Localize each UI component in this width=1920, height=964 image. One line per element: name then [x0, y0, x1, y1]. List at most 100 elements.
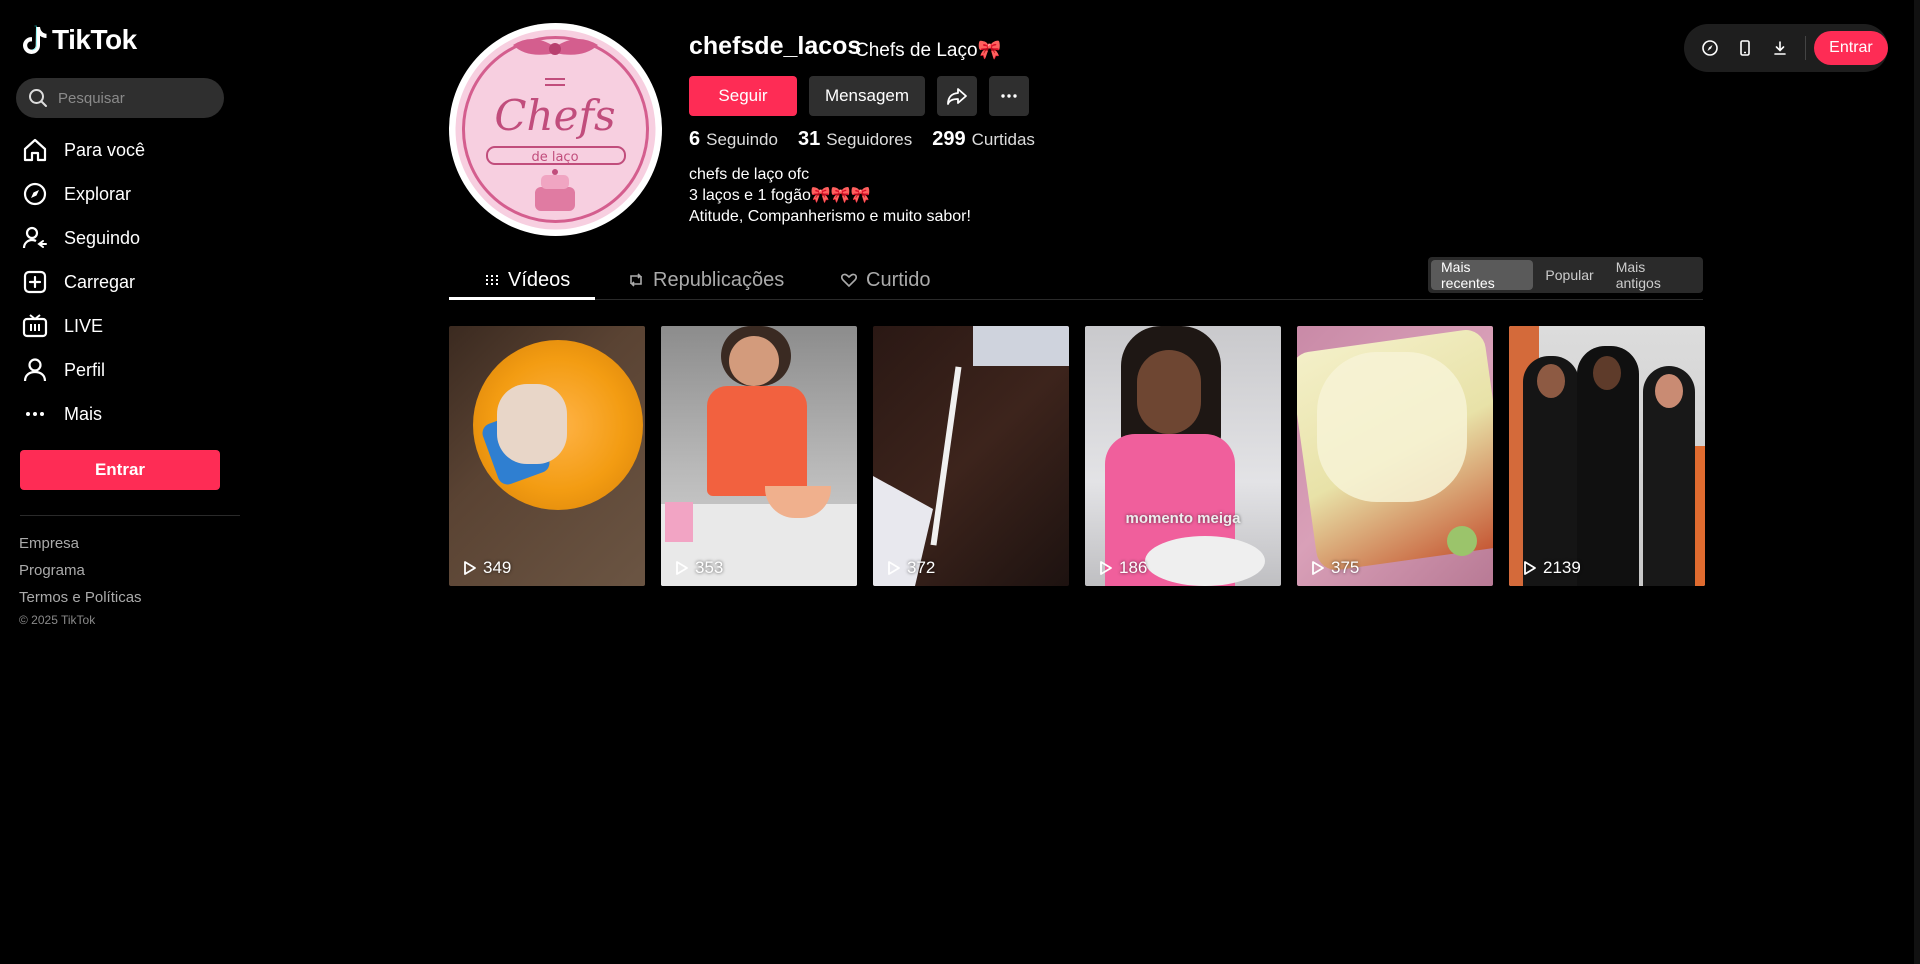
video-thumbnail-image: [497, 384, 567, 464]
play-icon: [676, 561, 688, 575]
message-button[interactable]: Mensagem: [809, 76, 925, 116]
sort-option-oldest[interactable]: Mais antigos: [1606, 259, 1700, 291]
live-icon: [20, 311, 50, 341]
sidebar-item-para-voce[interactable]: Para você: [20, 128, 230, 172]
mobile-phone-icon: [1740, 40, 1751, 56]
video-thumbnail-image: [729, 336, 779, 386]
sidebar-footer: Empresa Programa Termos e Políticas © 20…: [19, 530, 142, 627]
sidebar: TikTok Para você Explorar Seguindo: [0, 0, 240, 964]
play-icon: [1100, 561, 1112, 575]
play-icon: [1312, 561, 1324, 575]
video-view-count: 186: [1099, 558, 1147, 578]
tiktok-logo-icon: [23, 25, 47, 54]
view-count-text: 2139: [1543, 558, 1581, 577]
sidebar-item-label: Para você: [64, 139, 146, 160]
sidebar-item-label: Mais: [64, 403, 103, 424]
sidebar-item-label: Explorar: [64, 183, 132, 204]
topbar-login-button[interactable]: Entrar: [1813, 31, 1888, 65]
share-button[interactable]: [937, 76, 977, 116]
play-icon: [888, 561, 900, 575]
stat-likes-label: Curtidas: [971, 130, 1035, 149]
download-icon: [1774, 41, 1787, 55]
more-options-button[interactable]: [989, 76, 1029, 116]
copyright-text: © 2025 TikTok: [19, 613, 96, 627]
footer-link-empresa[interactable]: Empresa: [19, 530, 142, 557]
grid-icon: [486, 275, 498, 285]
view-count-text: 186: [1119, 558, 1148, 577]
video-thumbnail-image: [665, 502, 693, 542]
sort-option-recent[interactable]: Mais recentes: [1431, 259, 1534, 291]
sidebar-divider: [20, 515, 240, 516]
video-card[interactable]: 2139: [1509, 326, 1705, 586]
video-view-count: 353: [675, 558, 723, 578]
video-thumbnail-image: [1655, 374, 1683, 408]
footer-link-termos[interactable]: Termos e Políticas: [19, 584, 142, 611]
avatar-title: Chefs: [494, 91, 615, 140]
video-thumbnail-image: [1145, 536, 1265, 586]
top-right-toolbar: Entrar: [1684, 24, 1888, 72]
get-app-button[interactable]: [1729, 31, 1762, 65]
tab-videos[interactable]: Vídeos: [484, 260, 570, 300]
stat-followers-label: Seguidores: [826, 130, 913, 149]
footer-link-programa[interactable]: Programa: [19, 557, 142, 584]
video-card[interactable]: 372: [873, 326, 1069, 586]
search-icon: [29, 89, 47, 107]
stat-following-value: 6: [689, 128, 701, 150]
coin-icon: [1702, 40, 1719, 56]
profile-stats: 6 Seguindo 31 Seguidores 299 Curtidas: [689, 128, 1035, 151]
stat-likes-value: 299: [932, 128, 966, 150]
sidebar-item-seguindo[interactable]: Seguindo: [20, 216, 230, 260]
video-thumbnail-image: [707, 386, 807, 496]
video-thumbnail-image: [930, 366, 962, 546]
tab-label: Curtido: [866, 268, 931, 291]
sidebar-nav: Para você Explorar Seguindo Carregar LIV…: [20, 128, 230, 436]
sidebar-item-label: Perfil: [64, 359, 106, 380]
following-icon: [20, 223, 50, 253]
profile-nickname: Chefs de Laço🎀: [855, 40, 1002, 61]
bio-line: 3 laços e 1 fogão🎀🎀🎀: [689, 187, 871, 204]
video-grid: 349 353 372 momento meiga 186 375 2139: [449, 326, 1705, 586]
more-icon: [20, 399, 50, 429]
stat-likes: 299 Curtidas: [932, 128, 1035, 151]
page-scrollbar[interactable]: [1914, 0, 1920, 964]
sidebar-login-button[interactable]: Entrar: [20, 450, 220, 490]
view-count-text: 349: [483, 558, 512, 577]
video-card[interactable]: 349: [449, 326, 645, 586]
video-card[interactable]: momento meiga 186: [1085, 326, 1281, 586]
video-view-count: 2139: [1523, 558, 1581, 578]
video-view-count: 372: [887, 558, 935, 578]
profile-username: chefsde_lacos: [689, 32, 862, 60]
view-count-text: 375: [1331, 558, 1360, 577]
tab-label: Republicações: [653, 268, 785, 291]
download-button[interactable]: [1764, 31, 1797, 65]
sort-option-popular[interactable]: Popular: [1535, 260, 1603, 290]
view-count-text: 372: [907, 558, 936, 577]
stat-followers[interactable]: 31 Seguidores: [798, 128, 912, 151]
tab-reposts[interactable]: Republicações: [627, 260, 784, 300]
video-thumbnail-image: [1317, 352, 1467, 502]
video-card[interactable]: 375: [1297, 326, 1493, 586]
sidebar-item-carregar[interactable]: Carregar: [20, 260, 230, 304]
upload-icon: [20, 267, 50, 297]
profile-icon: [20, 355, 50, 385]
sidebar-item-perfil[interactable]: Perfil: [20, 348, 230, 392]
search-box[interactable]: [16, 78, 224, 118]
coins-button[interactable]: [1694, 31, 1727, 65]
stat-followers-value: 31: [797, 128, 821, 150]
stat-following[interactable]: 6 Seguindo: [689, 128, 778, 151]
tab-liked[interactable]: Curtido: [840, 260, 930, 300]
video-overlay-caption: momento meiga: [1125, 510, 1241, 527]
more-options-icon: [1001, 94, 1017, 98]
video-thumbnail-image: [1593, 356, 1621, 390]
sidebar-item-explorar[interactable]: Explorar: [20, 172, 230, 216]
sidebar-item-live[interactable]: LIVE: [20, 304, 230, 348]
video-card[interactable]: 353: [661, 326, 857, 586]
share-icon: [947, 88, 967, 105]
tiktok-logo[interactable]: TikTok: [22, 24, 137, 56]
sidebar-item-mais[interactable]: Mais: [20, 392, 230, 436]
video-thumbnail-image: [1137, 350, 1201, 434]
search-input[interactable]: [56, 88, 206, 108]
sidebar-item-label: LIVE: [64, 315, 104, 336]
follow-button[interactable]: Seguir: [689, 76, 797, 116]
home-icon: [20, 135, 50, 165]
